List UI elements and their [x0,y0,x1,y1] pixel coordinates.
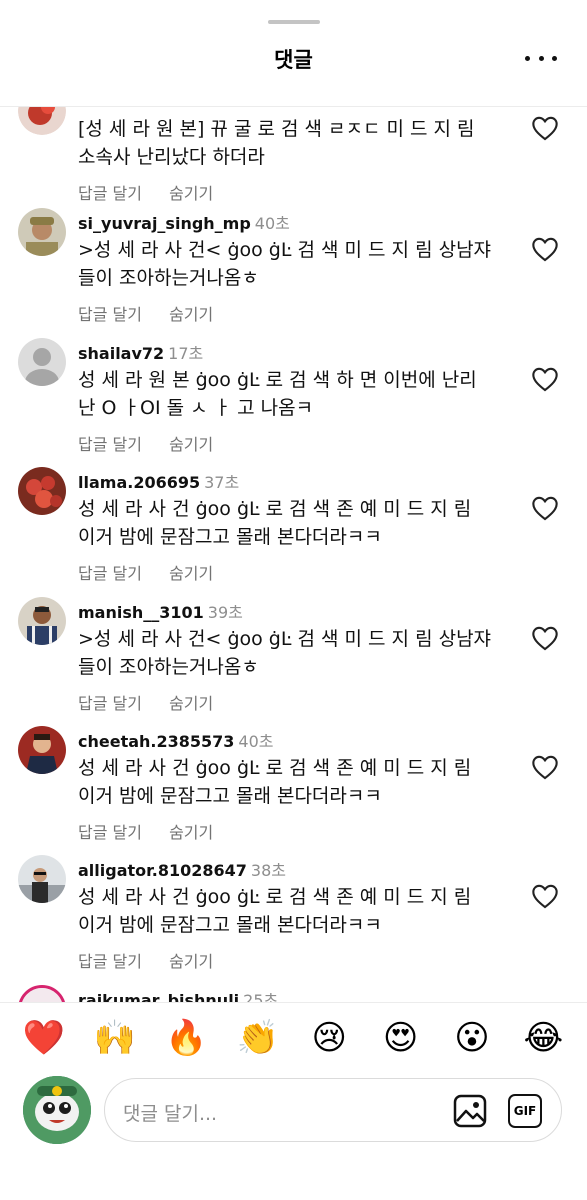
heart-icon[interactable] [531,115,559,141]
comment-text: 성 세 라 사 건 ġoo ġĿ 로 검 색 존 예 미 드 지 림 이거 밤에… [78,757,472,807]
reply-button[interactable]: 답글 달기 [78,305,142,324]
reply-button[interactable]: 답글 달기 [78,952,142,971]
street-avatar-icon[interactable] [18,855,66,903]
hide-button[interactable]: 숨기기 [169,305,213,324]
gif-button[interactable]: GIF [508,1094,542,1128]
comment-text: >성 세 라 사 건< ġoo ġĿ 검 색 미 드 지 림 상남쟈 들이 조아… [78,628,492,678]
comment-time: 37초 [204,473,240,492]
comment-text: [성 세 라 원 본] 뀨 굴 로 검 색 ㄹㅈㄷ 미 드 지 림 소속사 난리… [78,118,475,168]
reply-button[interactable]: 답글 달기 [78,823,142,842]
comment-username[interactable]: raikumar_bishnuli [78,991,239,1002]
comment-time: 17초 [168,344,204,363]
hide-button[interactable]: 숨기기 [169,564,213,583]
grab-handle[interactable] [268,20,320,24]
page-title: 댓글 [274,48,313,72]
reply-button[interactable]: 답글 달기 [78,435,142,454]
story-avatar-icon[interactable] [18,985,66,1002]
comment-input-placeholder: 댓글 달기... [123,1103,218,1125]
comment-username[interactable]: shailav72 [78,344,164,363]
comment-item: manish__3101 39초 >성 세 라 사 건< ġoo ġĿ 검 색 미… [0,597,587,717]
photo-icon[interactable] [453,1094,487,1128]
comment-input[interactable]: 댓글 달기... GIF [104,1078,562,1142]
hide-button[interactable]: 숨기기 [169,694,213,713]
emoji-surprised[interactable]: 😮 [447,1018,497,1058]
emoji-fire[interactable]: 🔥 [161,1018,211,1058]
comment-text: >성 세 라 사 건< ġoo ġĿ 검 색 미 드 지 림 상남쟈 들이 조아… [78,239,492,289]
officer-avatar-icon[interactable] [18,208,66,256]
comment-item: llama.206695 37초 성 세 라 사 건 ġoo ġĿ 로 검 색 존… [0,467,587,587]
comments-list[interactable]: [성 세 라 원 본] 뀨 굴 로 검 색 ㄹㅈㄷ 미 드 지 림 소속사 난리… [0,107,587,1002]
comment-item: cheetah.2385573 40초 성 세 라 사 건 ġoo ġĿ 로 검 … [0,726,587,846]
sheet-header: 댓글 [0,0,587,107]
hide-button[interactable]: 숨기기 [169,952,213,971]
emoji-raised-hands[interactable]: 🙌 [90,1018,140,1058]
heart-icon[interactable] [531,754,559,780]
comments-sheet: [성 세 라 원 본] 뀨 굴 로 검 색 ㄹㅈㄷ 미 드 지 림 소속사 난리… [0,0,587,1200]
heart-icon[interactable] [531,883,559,909]
comment-username[interactable]: manish__3101 [78,603,204,622]
emoji-heart-eyes[interactable]: 😍 [376,1018,426,1058]
comment-composer: 댓글 달기... GIF [0,1072,587,1200]
hide-button[interactable]: 숨기기 [169,823,213,842]
reply-button[interactable]: 답글 달기 [78,564,142,583]
my-avatar-icon[interactable] [23,1076,91,1144]
comment-item: raikumar_bishnuli 25초 [0,985,587,1002]
reply-button[interactable]: 답글 달기 [78,694,142,713]
man-avatar-icon[interactable] [18,597,66,645]
comment-text: 성 세 라 원 본 ġoo ġĿ 로 검 색 하 면 이번에 난리 난 O ㅏO… [78,369,477,419]
hide-button[interactable]: 숨기기 [169,184,213,203]
comment-username[interactable]: alligator.81028647 [78,861,247,880]
heart-icon[interactable] [531,495,559,521]
emoji-clapping[interactable]: 👏 [233,1018,283,1058]
comment-item: si_yuvraj_singh_mp 40초 >성 세 라 사 건< ġoo ġĿ… [0,208,587,328]
emoji-heart[interactable]: ❤️ [19,1018,69,1058]
comment-time: 25초 [243,991,279,1002]
hide-button[interactable]: 숨기기 [169,435,213,454]
reply-button[interactable]: 답글 달기 [78,184,142,203]
default-avatar-icon[interactable] [18,338,66,386]
emoji-quick-bar: ❤️ 🙌 🔥 👏 😢 😍 😮 😂 [0,1002,587,1072]
comment-username[interactable]: llama.206695 [78,473,200,492]
emoji-crying[interactable]: 😢 [304,1018,354,1058]
comment-text: 성 세 라 사 건 ġoo ġĿ 로 검 색 존 예 미 드 지 림 이거 밤에… [78,498,472,548]
comment-item: shailav72 17초 성 세 라 원 본 ġoo ġĿ 로 검 색 하 면 … [0,338,587,458]
flower-avatar-icon[interactable] [18,107,66,135]
suit-avatar-icon[interactable] [18,726,66,774]
heart-icon[interactable] [531,236,559,262]
comment-time: 39초 [207,603,243,622]
comment-username[interactable]: si_yuvraj_singh_mp [78,214,251,233]
comment-username[interactable]: cheetah.2385573 [78,732,234,751]
more-options-icon[interactable] [525,46,557,70]
comment-time: 40초 [254,214,290,233]
berries-avatar-icon[interactable] [18,467,66,515]
comment-item: [성 세 라 원 본] 뀨 굴 로 검 색 ㄹㅈㄷ 미 드 지 림 소속사 난리… [0,107,587,207]
comment-item: alligator.81028647 38초 성 세 라 사 건 ġoo ġĿ 로… [0,855,587,975]
heart-icon[interactable] [531,366,559,392]
comment-time: 38초 [250,861,286,880]
emoji-laughing[interactable]: 😂 [518,1018,568,1058]
comment-time: 40초 [238,732,274,751]
heart-icon[interactable] [531,625,559,651]
comment-text: 성 세 라 사 건 ġoo ġĿ 로 검 색 존 예 미 드 지 림 이거 밤에… [78,886,472,936]
